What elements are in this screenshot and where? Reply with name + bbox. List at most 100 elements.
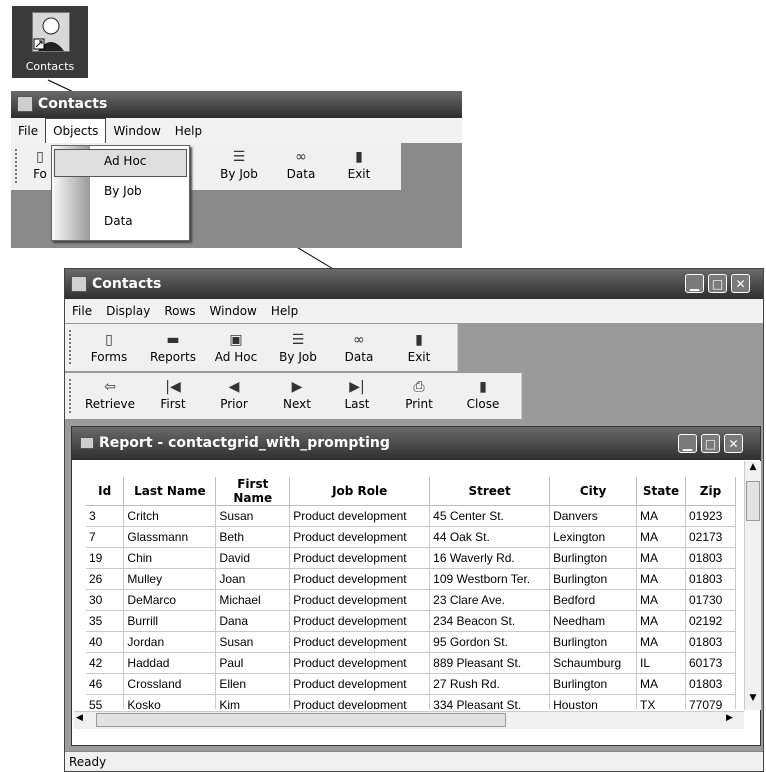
report-close-button[interactable]: ✕ <box>724 434 743 453</box>
table-cell[interactable]: 02173 <box>685 526 736 548</box>
toolbar-first-button[interactable]: |◀ First <box>149 379 197 411</box>
menu-help[interactable]: Help <box>168 119 209 144</box>
table-cell[interactable]: Susan <box>215 505 291 527</box>
table-cell[interactable]: Lexington <box>549 526 638 548</box>
toolbar-close-button[interactable]: ▮ Close <box>461 379 505 411</box>
table-cell[interactable]: 01803 <box>685 673 736 695</box>
table-cell[interactable]: 109 Westborn Ter. <box>429 568 551 590</box>
column-header[interactable]: Street <box>429 477 551 506</box>
table-row[interactable]: 30 DeMarco Michael Product development 23 Cl… <box>86 589 736 611</box>
vertical-scroll-thumb[interactable] <box>746 481 760 521</box>
table-cell[interactable]: 7 <box>86 526 125 548</box>
menu-objects[interactable]: Objects <box>45 118 107 145</box>
toolbar-forms-button[interactable]: ▯ Forms <box>85 332 133 364</box>
table-row[interactable]: 35 Burrill Dana Product development 234 Beac… <box>86 610 736 632</box>
menu-file[interactable]: File <box>11 119 45 144</box>
report-minimize-button[interactable]: ▁ <box>678 434 697 453</box>
table-cell[interactable]: MA <box>636 610 686 632</box>
table-cell[interactable]: Product development <box>289 631 431 653</box>
scroll-left-arrow-icon[interactable]: ◀ <box>76 713 90 727</box>
table-cell[interactable]: Product development <box>289 568 431 590</box>
table-cell[interactable]: TX <box>636 694 686 709</box>
toolbar-byjob-button[interactable]: ☰ By Job <box>214 149 264 181</box>
toolbar-data-button[interactable]: ∞ Data <box>279 149 323 181</box>
scroll-up-arrow-icon[interactable]: ▲ <box>746 462 760 476</box>
table-row[interactable]: 46 Crossland Ellen Product development 27 Ru… <box>86 673 736 695</box>
table-cell[interactable]: 889 Pleasant St. <box>429 652 551 674</box>
toolbar-byjob-button[interactable]: ☰ By Job <box>271 332 325 364</box>
table-cell[interactable]: Michael <box>215 589 291 611</box>
table-cell[interactable]: MA <box>636 673 686 695</box>
table-row[interactable]: 42 Haddad Paul Product development 889 Pleas… <box>86 652 736 674</box>
table-cell[interactable]: Glassmann <box>123 526 217 548</box>
main-window-titlebar[interactable]: Contacts <box>65 269 763 299</box>
table-cell[interactable]: Chin <box>123 547 217 569</box>
table-cell[interactable]: Kim <box>215 694 291 709</box>
table-cell[interactable]: Burlington <box>549 631 638 653</box>
table-cell[interactable]: 01923 <box>685 505 736 527</box>
toolbar-exit-button[interactable]: ▮ Exit <box>399 332 439 364</box>
table-cell[interactable]: 77079 <box>685 694 736 709</box>
table-cell[interactable]: Product development <box>289 526 431 548</box>
scroll-down-arrow-icon[interactable]: ▼ <box>746 693 760 707</box>
horizontal-scroll-thumb[interactable] <box>96 713 506 727</box>
table-cell[interactable]: Jordan <box>123 631 217 653</box>
table-cell[interactable]: 40 <box>86 631 125 653</box>
table-cell[interactable]: Product development <box>289 694 431 709</box>
table-cell[interactable]: Product development <box>289 589 431 611</box>
table-cell[interactable]: Product development <box>289 673 431 695</box>
table-cell[interactable]: Burlington <box>549 673 638 695</box>
table-cell[interactable]: MA <box>636 589 686 611</box>
table-cell[interactable]: IL <box>636 652 686 674</box>
table-cell[interactable]: Schaumburg <box>549 652 638 674</box>
table-cell[interactable]: 46 <box>86 673 125 695</box>
table-cell[interactable]: MA <box>636 631 686 653</box>
dropdown-item-data[interactable]: Data <box>104 214 133 228</box>
table-cell[interactable]: 234 Beacon St. <box>429 610 551 632</box>
maximize-button[interactable]: □ <box>708 274 727 293</box>
table-cell[interactable]: Paul <box>215 652 291 674</box>
table-cell[interactable]: Burlington <box>549 568 638 590</box>
menu-window[interactable]: Window <box>203 299 264 323</box>
table-row[interactable]: 3 Critch Susan Product development 45 Center… <box>86 505 736 527</box>
table-cell[interactable]: Product development <box>289 610 431 632</box>
table-cell[interactable]: Critch <box>123 505 217 527</box>
table-cell[interactable]: Ellen <box>215 673 291 695</box>
table-cell[interactable]: 01730 <box>685 589 736 611</box>
table-cell[interactable]: 23 Clare Ave. <box>429 589 551 611</box>
minimize-button[interactable]: ▁ <box>685 274 704 293</box>
dropdown-item-adhoc[interactable]: Ad Hoc <box>104 154 146 168</box>
table-cell[interactable]: 02192 <box>685 610 736 632</box>
menu-help[interactable]: Help <box>264 299 305 323</box>
table-cell[interactable]: 19 <box>86 547 125 569</box>
table-row[interactable]: 7 Glassmann Beth Product development 44 Oak … <box>86 526 736 548</box>
table-cell[interactable]: 01803 <box>685 568 736 590</box>
report-titlebar[interactable]: Report - contactgrid_with_prompting <box>72 427 760 460</box>
table-cell[interactable]: 26 <box>86 568 125 590</box>
table-cell[interactable]: 44 Oak St. <box>429 526 551 548</box>
vertical-scrollbar[interactable]: ▲ ▼ <box>744 461 761 710</box>
table-cell[interactable]: MA <box>636 526 686 548</box>
column-header[interactable]: Zip <box>685 477 736 506</box>
column-header[interactable]: First Name <box>215 477 291 506</box>
table-cell[interactable]: David <box>215 547 291 569</box>
table-cell[interactable]: Product development <box>289 547 431 569</box>
toolbar-adhoc-button[interactable]: ▣ Ad Hoc <box>209 332 263 364</box>
table-row[interactable]: 55 Kosko Kim Product development 334 Pleasan… <box>86 694 736 709</box>
top-window-titlebar[interactable]: Contacts <box>11 91 462 118</box>
toolbar-last-button[interactable]: ▶| Last <box>335 379 379 411</box>
table-cell[interactable]: 60173 <box>685 652 736 674</box>
table-cell[interactable]: Needham <box>549 610 638 632</box>
horizontal-scrollbar[interactable]: ◀ ▶ <box>74 711 744 729</box>
table-cell[interactable]: 95 Gordon St. <box>429 631 551 653</box>
table-cell[interactable]: MA <box>636 505 686 527</box>
table-row[interactable]: 40 Jordan Susan Product development 95 Gordo… <box>86 631 736 653</box>
table-cell[interactable]: Product development <box>289 652 431 674</box>
table-cell[interactable]: 42 <box>86 652 125 674</box>
table-cell[interactable]: Crossland <box>123 673 217 695</box>
table-cell[interactable]: Burlington <box>549 547 638 569</box>
report-maximize-button[interactable]: □ <box>701 434 720 453</box>
column-header[interactable]: State <box>636 477 686 506</box>
table-cell[interactable]: 45 Center St. <box>429 505 551 527</box>
table-row[interactable]: 26 Mulley Joan Product development 109 Westb… <box>86 568 736 590</box>
